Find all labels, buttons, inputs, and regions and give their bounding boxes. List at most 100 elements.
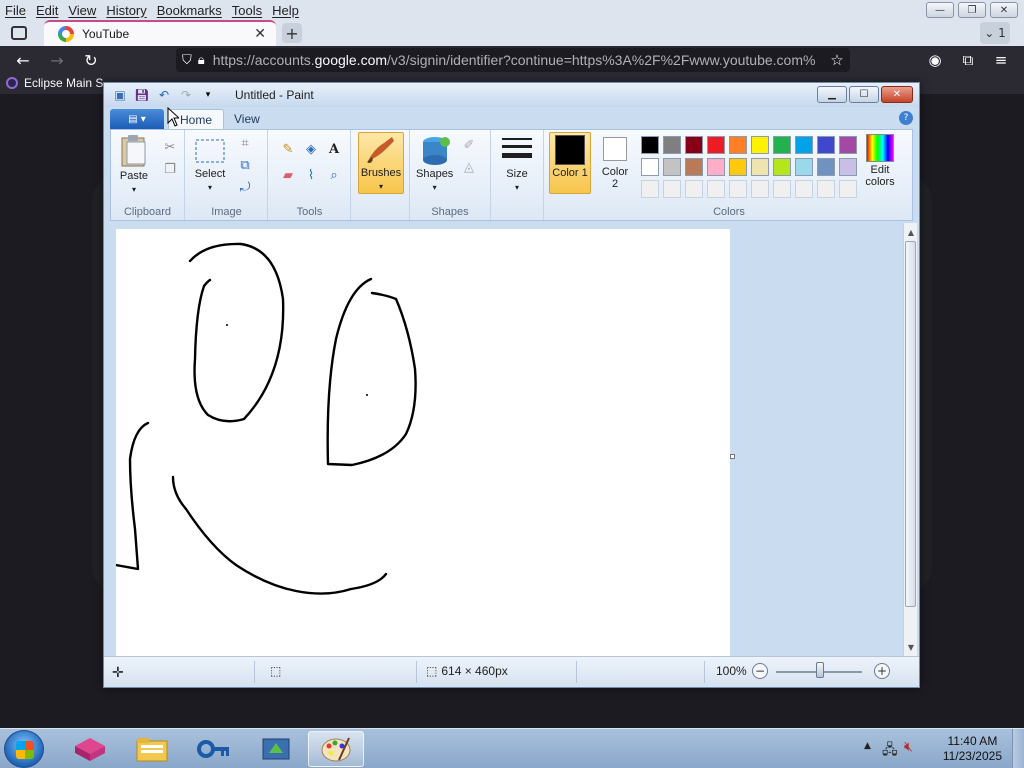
paint-menu-button[interactable]: ▤ ▾ [110,109,164,129]
palette-swatch[interactable] [663,136,681,154]
restore-button[interactable]: ❐ [958,2,986,18]
volume-muted-icon[interactable]: 🔇︎ [904,739,913,755]
undo-icon[interactable]: ↶ [156,87,172,103]
drawing-canvas[interactable] [116,229,730,656]
palette-swatch[interactable] [685,158,703,176]
tab-close-icon[interactable]: ✕ [254,26,266,42]
tab-list-button[interactable] [8,22,30,44]
minimize-button[interactable]: — [926,2,954,18]
menu-history[interactable]: History [101,3,151,18]
palette-swatch[interactable] [707,180,725,198]
forward-arrow-icon[interactable]: → [46,49,68,71]
tab-count-button[interactable]: ⌄ 1 [980,22,1010,44]
palette-swatch[interactable] [817,180,835,198]
menu-tools[interactable]: Tools [227,3,267,18]
outline-icon[interactable]: ✐ [460,136,478,154]
edit-colors-button[interactable]: Edit colors [863,132,897,188]
palette-swatch[interactable] [751,180,769,198]
palette-swatch[interactable] [663,180,681,198]
color1-button[interactable]: Color 1 [549,132,591,194]
menu-view[interactable]: View [63,3,101,18]
palette-swatch[interactable] [773,180,791,198]
url-bar[interactable]: ⛉ 🔒︎ https://accounts.google.com/v3/sign… [176,48,850,72]
palette-swatch[interactable] [839,136,857,154]
palette-swatch[interactable] [641,180,659,198]
account-icon[interactable]: ◉ [924,49,946,71]
file-explorer-button[interactable] [124,731,180,767]
resize-icon[interactable]: ⧉ [236,156,254,174]
palette-swatch[interactable] [795,180,813,198]
palette-swatch[interactable] [729,158,747,176]
crop-icon[interactable]: ⌗ [236,134,254,152]
installer-app-button[interactable] [248,731,304,767]
palette-swatch[interactable] [795,136,813,154]
scroll-up-icon[interactable]: ▲ [904,225,918,239]
tab-view[interactable]: View [234,112,260,126]
lock-icon[interactable]: 🔒︎ [198,53,205,68]
close-button[interactable]: ✕ [990,2,1018,18]
palette-swatch[interactable] [663,158,681,176]
palette-swatch[interactable] [641,136,659,154]
palette-swatch[interactable] [729,136,747,154]
cut-icon[interactable]: ✂ [161,138,179,156]
clock[interactable]: 11:40 AM 11/23/2025 [943,734,1002,764]
text-icon[interactable]: A [325,140,343,158]
scroll-down-icon[interactable]: ▼ [904,640,918,654]
pencil-icon[interactable]: ✎ [279,140,297,158]
zoom-in-icon[interactable]: + [874,663,890,679]
zoom-slider-thumb[interactable] [816,662,824,678]
palette-swatch[interactable] [751,136,769,154]
palette-swatch[interactable] [707,136,725,154]
vertical-scrollbar[interactable]: ▲ ▼ [903,223,917,656]
select-button[interactable]: Select ▾ [194,134,226,194]
show-hidden-icons-icon[interactable]: ▲ [864,741,871,751]
tab-youtube[interactable]: YouTube ✕ [44,20,276,46]
taskbar-app-1[interactable] [62,731,118,767]
new-tab-button[interactable]: + [282,23,302,43]
magnifier-icon[interactable]: ⌕ [325,166,343,184]
menu-file[interactable]: File [0,3,31,18]
customize-qat-icon[interactable]: ▾ [200,87,216,103]
paint-app-icon[interactable]: ▣ [112,87,128,103]
palette-swatch[interactable] [685,136,703,154]
palette-swatch[interactable] [751,158,769,176]
eraser-icon[interactable]: ▰ [279,166,297,184]
palette-swatch[interactable] [839,180,857,198]
copy-icon[interactable]: ❐ [161,160,179,178]
palette-swatch[interactable] [685,180,703,198]
back-arrow-icon[interactable]: ← [12,49,34,71]
menu-help[interactable]: Help [267,3,304,18]
scroll-thumb[interactable] [905,241,916,607]
show-desktop-button[interactable] [1012,729,1024,768]
palette-swatch[interactable] [795,158,813,176]
bookmark-star-icon[interactable]: ☆ [824,48,850,72]
paint-maximize-button[interactable]: ☐ [849,86,879,103]
paint-minimize-button[interactable]: ▁ [817,86,847,103]
paste-button[interactable]: Paste ▾ [119,134,149,196]
rotate-icon[interactable]: ⤾ [236,178,254,196]
extensions-icon[interactable]: ⧉ [957,49,979,71]
palette-swatch[interactable] [729,180,747,198]
zoom-out-icon[interactable]: − [752,663,768,679]
palette-swatch[interactable] [773,158,791,176]
palette-swatch[interactable] [641,158,659,176]
key-app-button[interactable] [186,731,242,767]
palette-swatch[interactable] [817,158,835,176]
bookmark-eclipse[interactable]: Eclipse Main S [6,76,103,90]
color2-button[interactable]: Color 2 [597,132,633,190]
shapes-button[interactable]: Shapes ▾ [416,134,453,194]
size-button[interactable]: Size ▾ [500,134,534,194]
canvas-resize-handle[interactable] [730,454,735,459]
color-picker-icon[interactable]: ⌇ [302,166,320,184]
palette-swatch[interactable] [707,158,725,176]
reload-icon[interactable]: ↻ [80,49,102,71]
paint-titlebar[interactable]: ▣ 💾︎ ↶ ↷ ▾ Untitled - Paint ▁ ☐ ✕ [104,83,919,107]
fill-icon[interactable]: ◈ [302,140,320,158]
network-icon[interactable]: 🖧︎ [882,739,898,763]
paint-taskbar-button[interactable] [308,731,364,767]
hamburger-menu-icon[interactable]: ≡ [990,49,1012,71]
menu-edit[interactable]: Edit [31,3,63,18]
shield-icon[interactable]: ⛉ [182,53,192,68]
palette-swatch[interactable] [773,136,791,154]
palette-swatch[interactable] [817,136,835,154]
